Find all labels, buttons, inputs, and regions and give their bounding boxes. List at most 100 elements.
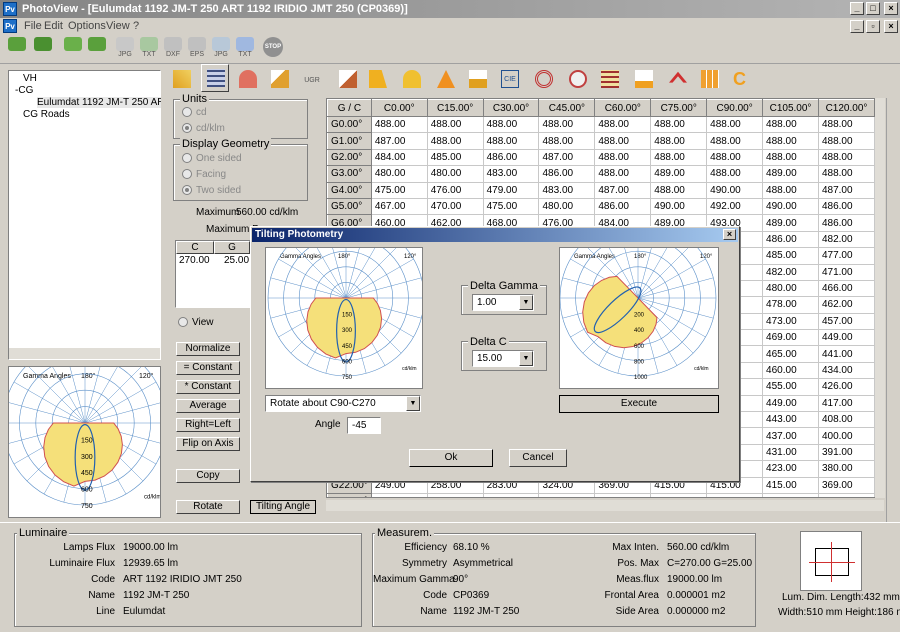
grid-cell[interactable]: 488.00 bbox=[817, 148, 875, 167]
multiply-constant-button[interactable]: * Constant bbox=[176, 380, 240, 394]
grid-cell[interactable]: 449.00 bbox=[817, 329, 875, 347]
grid-cell[interactable]: 488.00 bbox=[650, 148, 708, 167]
grid-cell[interactable]: 423.00 bbox=[762, 460, 819, 478]
grid-cell[interactable]: 488.00 bbox=[762, 115, 819, 134]
grid-cell[interactable]: 487.00 bbox=[538, 148, 596, 167]
child-minimize-icon[interactable]: _ bbox=[850, 20, 864, 33]
grid-cell[interactable]: 475.00 bbox=[370, 181, 428, 199]
grid-cell[interactable]: 487.00 bbox=[817, 181, 875, 199]
grid-cell[interactable]: 488.00 bbox=[594, 165, 652, 183]
grid-hscrollbar[interactable] bbox=[326, 500, 884, 511]
grid-cell[interactable]: 486.00 bbox=[762, 230, 819, 249]
grid-cell[interactable]: 489.00 bbox=[762, 165, 819, 183]
flip-axis-button[interactable]: Flip on Axis bbox=[176, 437, 240, 451]
grid-cell[interactable]: 488.00 bbox=[594, 132, 652, 150]
tab-target[interactable] bbox=[530, 66, 558, 92]
menu-file[interactable]: File bbox=[24, 20, 42, 32]
tilting-angle-button[interactable]: Tilting Angle bbox=[250, 500, 316, 514]
tree-hscrollbar[interactable] bbox=[9, 348, 160, 359]
export-eps-icon[interactable]: EPS bbox=[186, 37, 208, 61]
grid-cell[interactable]: 490.00 bbox=[650, 197, 708, 216]
grid-cell[interactable]: 488.00 bbox=[482, 115, 540, 134]
grid-cell[interactable]: 488.00 bbox=[650, 132, 708, 150]
grid-cell[interactable]: 488.00 bbox=[538, 115, 596, 134]
grid-cell[interactable]: 467.00 bbox=[370, 197, 428, 216]
grid-cell[interactable]: 488.00 bbox=[650, 181, 708, 199]
grid-cell[interactable]: 460.00 bbox=[762, 361, 819, 380]
cancel-button[interactable]: Cancel bbox=[509, 449, 567, 467]
grid-cell[interactable]: 475.00 bbox=[482, 197, 540, 216]
tab-cartesian[interactable] bbox=[266, 66, 294, 92]
user-green-icon[interactable] bbox=[32, 37, 54, 61]
grid-cell[interactable]: 462.00 bbox=[817, 296, 875, 314]
copy-button[interactable]: Copy bbox=[176, 469, 240, 483]
grid-cell[interactable]: 426.00 bbox=[817, 378, 875, 396]
tree-item-eulumdat[interactable]: Eulumdat 1192 JM-T 250 ART 1192 bbox=[37, 97, 161, 108]
grid-cell[interactable]: 417.00 bbox=[817, 394, 875, 413]
grid-cell[interactable]: 484.00 bbox=[370, 148, 428, 167]
rotate-button[interactable]: Rotate bbox=[176, 500, 240, 514]
grid-cell[interactable]: 245.00 bbox=[426, 492, 484, 497]
grid-cell[interactable]: 488.00 bbox=[650, 115, 708, 134]
export-jpg-icon[interactable]: JPG bbox=[114, 37, 136, 61]
grid-cell[interactable]: 400.00 bbox=[817, 427, 875, 445]
grid-cell[interactable]: 488.00 bbox=[482, 132, 540, 150]
average-button[interactable]: Average bbox=[176, 399, 240, 413]
grid-cell[interactable]: 357.00 bbox=[817, 492, 875, 497]
grid-cell[interactable]: 488.00 bbox=[817, 132, 875, 150]
grid-cell[interactable]: 469.00 bbox=[762, 329, 819, 347]
grid-cell[interactable]: 490.00 bbox=[706, 181, 764, 199]
menu-edit[interactable]: Edit bbox=[44, 20, 63, 32]
grid-cell[interactable]: 480.00 bbox=[426, 165, 484, 183]
tab-list[interactable] bbox=[596, 66, 624, 92]
grid-cell[interactable]: 488.00 bbox=[817, 115, 875, 134]
grid-cell[interactable]: 486.00 bbox=[482, 148, 540, 167]
tab-isolux[interactable] bbox=[334, 66, 362, 92]
export-jpg-icon[interactable]: JPG bbox=[210, 37, 232, 61]
tree-item-cg-roads[interactable]: CG Roads bbox=[23, 109, 70, 120]
grid-cell[interactable]: 270.00 bbox=[482, 492, 540, 497]
tab-edit[interactable] bbox=[168, 66, 196, 92]
grid-cell[interactable]: 488.00 bbox=[538, 132, 596, 150]
child-close-icon[interactable]: × bbox=[884, 20, 898, 33]
grid-cell[interactable]: 449.00 bbox=[762, 394, 819, 413]
grid-cell[interactable]: 485.00 bbox=[762, 247, 819, 265]
grid-cell[interactable]: 488.00 bbox=[762, 148, 819, 167]
grid-cell[interactable]: 478.00 bbox=[762, 296, 819, 314]
grid-cell[interactable]: 486.00 bbox=[817, 214, 875, 232]
grid-cell[interactable]: 480.00 bbox=[762, 279, 819, 298]
tab-utilization[interactable] bbox=[464, 66, 492, 92]
grid-cell[interactable]: 489.00 bbox=[650, 165, 708, 183]
grid-cell[interactable]: 408.00 bbox=[650, 492, 708, 497]
grid-cell[interactable]: 441.00 bbox=[817, 345, 875, 363]
user-green-icon[interactable] bbox=[6, 37, 28, 61]
grid-cell[interactable]: 488.00 bbox=[817, 165, 875, 183]
tree-view[interactable]: VH -CG Eulumdat 1192 JM-T 250 ART 1192 C… bbox=[8, 70, 161, 360]
dialog-close-icon[interactable]: × bbox=[723, 229, 736, 240]
tab-bars[interactable] bbox=[630, 66, 658, 92]
grid-cell[interactable]: 488.00 bbox=[370, 115, 428, 134]
ok-button[interactable]: Ok bbox=[409, 449, 493, 467]
grid-cell[interactable]: 483.00 bbox=[538, 181, 596, 199]
view-radio[interactable]: View bbox=[178, 317, 214, 328]
grid-cell[interactable]: 477.00 bbox=[817, 247, 875, 265]
delta-c-select[interactable]: 15.00 ▼ bbox=[472, 350, 534, 367]
grid-cell[interactable]: 488.00 bbox=[426, 132, 484, 150]
grid-cell[interactable]: 488.00 bbox=[594, 148, 652, 167]
grid-cell[interactable]: 489.00 bbox=[762, 214, 819, 232]
grid-cell[interactable]: 488.00 bbox=[762, 132, 819, 150]
grid-cell[interactable]: 492.00 bbox=[706, 197, 764, 216]
export-txt-icon[interactable]: TXT bbox=[138, 37, 160, 61]
stop-icon[interactable]: STOP bbox=[262, 37, 284, 61]
grid-cell[interactable]: 455.00 bbox=[762, 378, 819, 396]
grid-cell[interactable]: 408.00 bbox=[817, 411, 875, 429]
units-cdklm[interactable]: cd/klm bbox=[182, 123, 225, 134]
menu-help[interactable]: ? bbox=[133, 20, 139, 32]
angle-input[interactable]: -45 bbox=[347, 417, 381, 434]
grid-cell[interactable]: 369.00 bbox=[817, 476, 875, 494]
main-vscrollbar[interactable] bbox=[886, 98, 896, 522]
menu-options[interactable]: Options bbox=[68, 20, 106, 32]
minimize-icon[interactable]: _ bbox=[850, 2, 864, 15]
grid-cell[interactable]: 486.00 bbox=[538, 165, 596, 183]
geometry-one-sided[interactable]: One sided bbox=[182, 153, 242, 164]
